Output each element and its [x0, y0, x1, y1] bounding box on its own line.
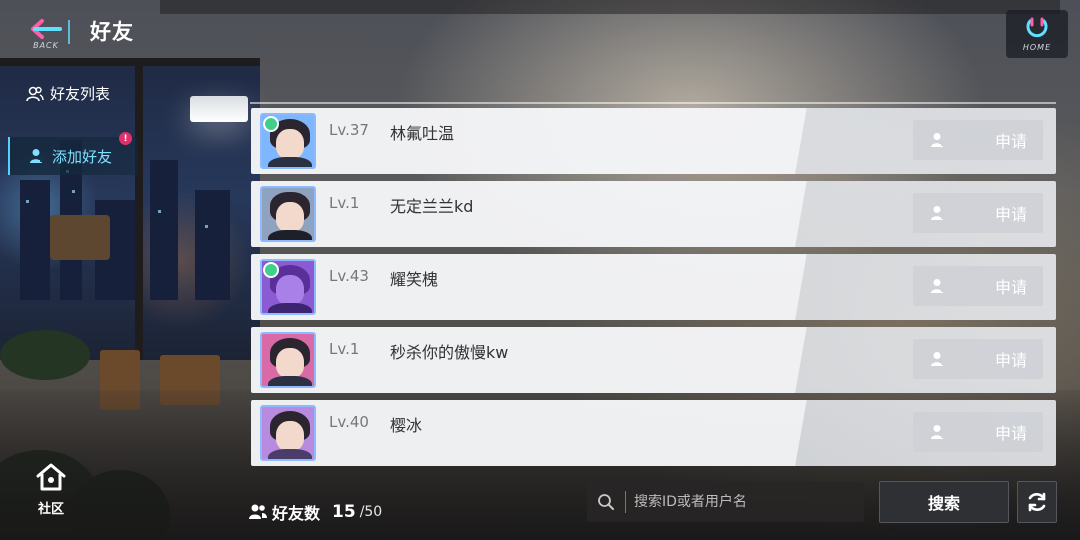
- list-item: Lv.43 耀笑槐 申请: [251, 254, 1056, 320]
- user-level: Lv.40: [329, 413, 369, 431]
- friend-count-max: /50: [359, 504, 383, 520]
- user-level: Lv.43: [329, 267, 369, 285]
- friend-count-label: 好友数: [272, 504, 321, 523]
- refresh-icon: [1028, 492, 1046, 512]
- list-item: Lv.40 樱冰 申请: [251, 400, 1056, 466]
- user-name: 耀笑槐: [390, 270, 439, 289]
- sidebar-item-friend-list[interactable]: 好友列表: [26, 83, 110, 104]
- back-arrow-icon: [31, 19, 62, 39]
- search-input[interactable]: [634, 494, 854, 510]
- list-divider: [250, 102, 1056, 104]
- add-user-icon: [931, 425, 945, 439]
- back-button[interactable]: BACK: [20, 14, 72, 54]
- home-button[interactable]: HOME: [1006, 10, 1068, 58]
- friend-count-value: 15: [332, 502, 356, 522]
- user-name: 林氟吐温: [390, 124, 455, 143]
- add-friend-icon: [30, 149, 44, 163]
- page-title: 好友: [90, 20, 134, 44]
- friend-count: 好友数 15/50: [248, 500, 382, 524]
- search-button[interactable]: 搜索: [879, 481, 1009, 523]
- add-user-icon: [931, 133, 945, 147]
- avatar: [260, 332, 316, 388]
- sidebar-item-add-friend[interactable]: 添加好友 !: [8, 132, 138, 175]
- back-label: BACK: [33, 41, 59, 50]
- friends-icon: [249, 504, 267, 519]
- community-label: 社区: [37, 502, 64, 517]
- search-icon: [598, 494, 614, 510]
- user-name: 秒杀你的傲慢kw: [390, 343, 509, 362]
- level-badge-icon: [263, 262, 279, 278]
- title-separator: [68, 20, 70, 44]
- home-label: HOME: [1022, 42, 1052, 52]
- home-icon: [1026, 17, 1048, 37]
- add-user-icon: [931, 352, 945, 366]
- level-badge-icon: [263, 116, 279, 132]
- list-item: Lv.1 无定兰兰kd 申请: [251, 181, 1056, 247]
- ceiling-lamp: [190, 96, 248, 122]
- apply-button[interactable]: 申请: [913, 412, 1043, 452]
- avatar: [260, 113, 316, 169]
- apply-button-label: 申请: [995, 424, 1028, 443]
- list-item: Lv.1 秒杀你的傲慢kw 申请: [251, 327, 1056, 393]
- community-button[interactable]: 社区: [28, 462, 74, 517]
- apply-button-label: 申请: [995, 205, 1028, 224]
- user-level: Lv.1: [329, 340, 360, 358]
- avatar: [260, 405, 316, 461]
- sidebar-item-label: 好友列表: [50, 85, 111, 103]
- search-box: [587, 482, 864, 522]
- friends-icon: [26, 86, 44, 101]
- user-name: 无定兰兰kd: [390, 197, 474, 216]
- avatar: [260, 186, 316, 242]
- notification-badge: !: [119, 132, 132, 145]
- community-house-icon: [36, 463, 66, 491]
- apply-button-label: 申请: [995, 351, 1028, 370]
- user-name: 樱冰: [390, 416, 423, 435]
- apply-button[interactable]: 申请: [913, 193, 1043, 233]
- apply-button[interactable]: 申请: [913, 266, 1043, 306]
- sidebar-item-label: 添加好友: [52, 147, 113, 166]
- refresh-button[interactable]: [1017, 481, 1057, 523]
- apply-button[interactable]: 申请: [913, 339, 1043, 379]
- add-user-icon: [931, 279, 945, 293]
- apply-button-label: 申请: [995, 132, 1028, 151]
- avatar: [260, 259, 316, 315]
- list-item: Lv.37 林氟吐温 申请: [251, 108, 1056, 174]
- apply-button-label: 申请: [995, 278, 1028, 297]
- apply-button[interactable]: 申请: [913, 120, 1043, 160]
- user-level: Lv.1: [329, 194, 360, 212]
- user-level: Lv.37: [329, 121, 369, 139]
- add-user-icon: [931, 206, 945, 220]
